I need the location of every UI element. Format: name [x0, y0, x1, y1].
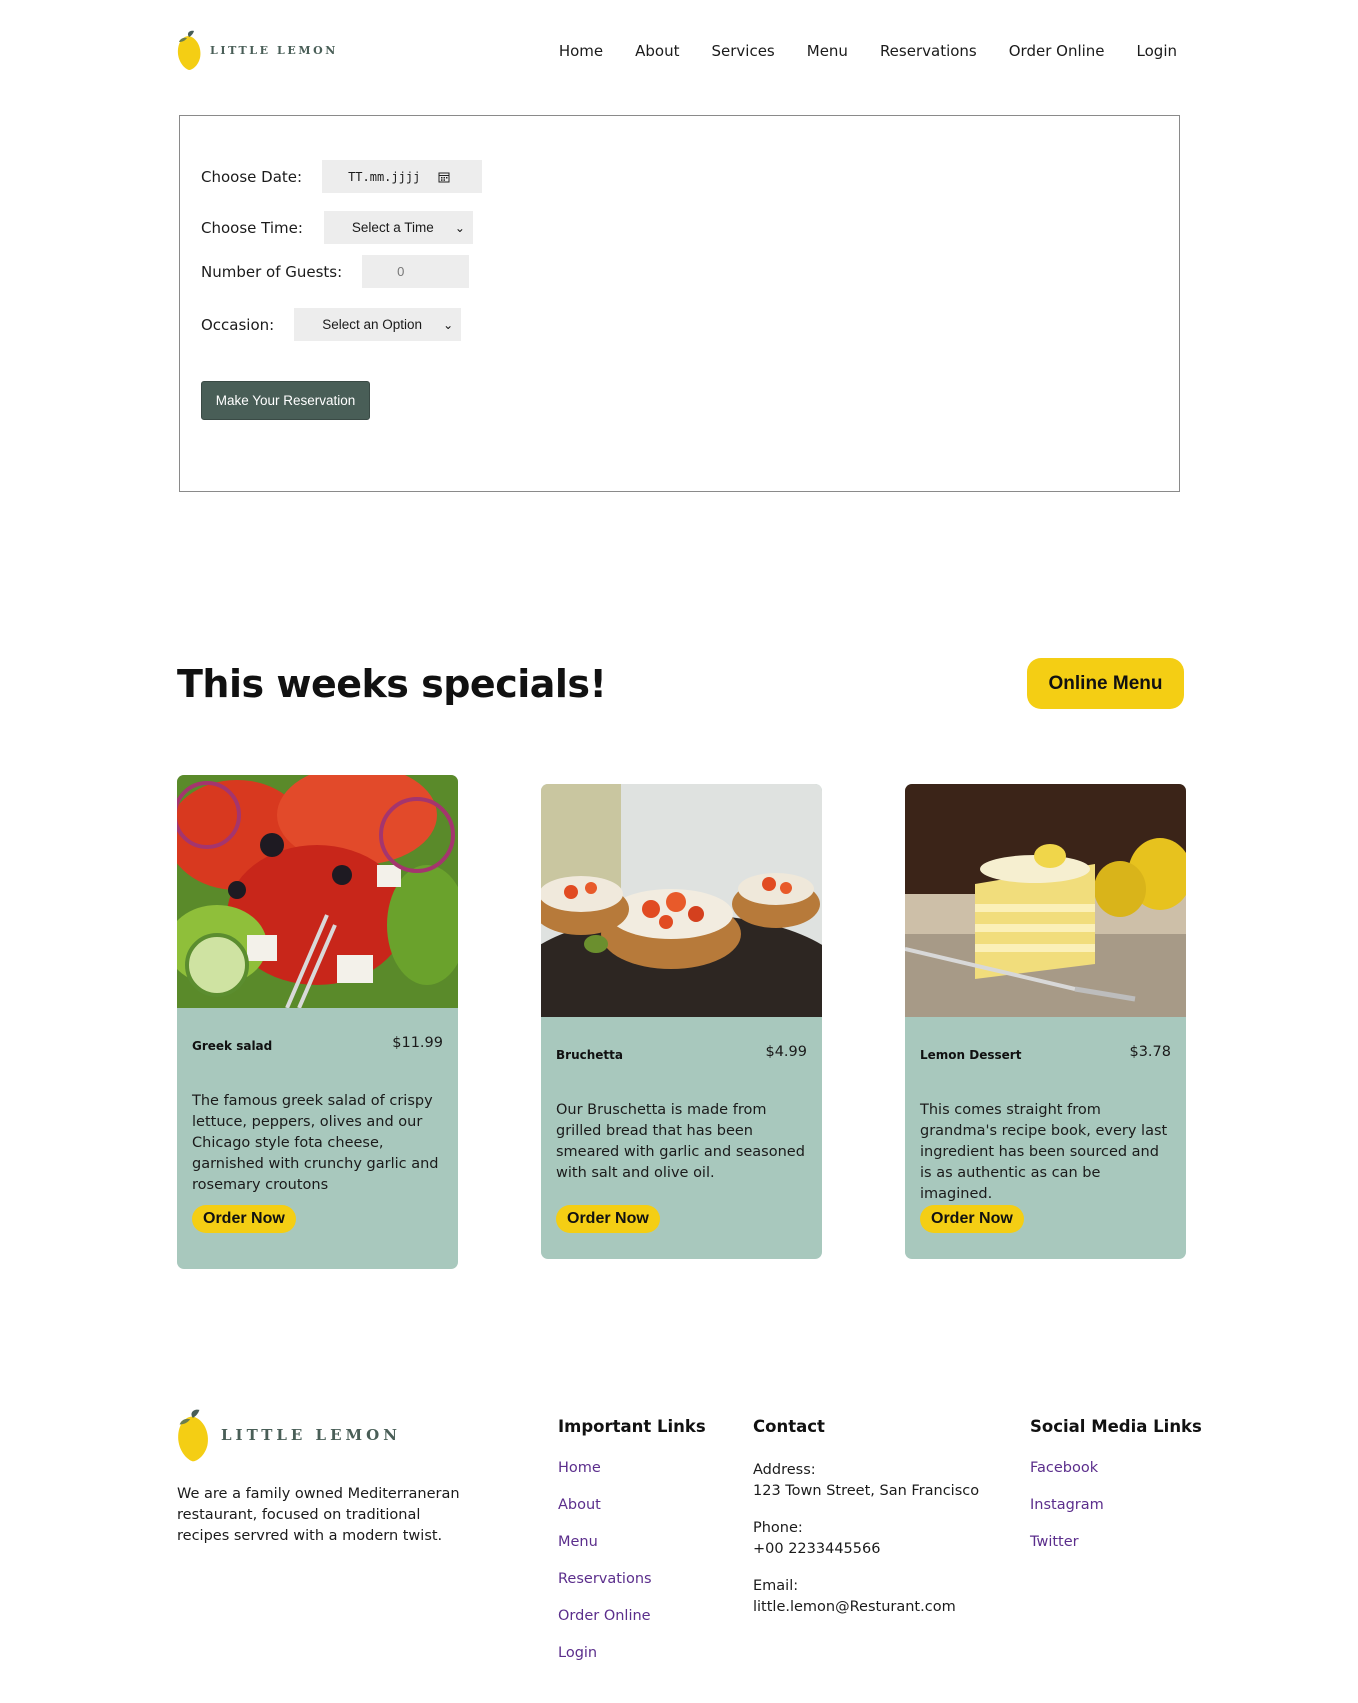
calendar-icon[interactable]: [438, 171, 450, 183]
specials-title: This weeks specials!: [177, 662, 607, 706]
nav-order-online[interactable]: Order Online: [1009, 42, 1105, 60]
reservation-form: Choose Date: TT.mm.jjjj Choose Time: Sel…: [179, 115, 1180, 492]
lemon-dessert-image: [905, 784, 1186, 1017]
footer-contact: Contact Address: 123 Town Street, San Fr…: [753, 1417, 979, 1634]
order-now-button[interactable]: Order Now: [192, 1205, 296, 1233]
social-link-twitter[interactable]: Twitter: [1030, 1534, 1202, 1571]
chevron-down-icon: ⌄: [454, 220, 465, 235]
occasion-row: Occasion: Select an Option ⌄: [201, 308, 462, 341]
card-price: $3.78: [1129, 1044, 1171, 1060]
nav-about[interactable]: About: [635, 42, 679, 60]
footer-social-links: Social Media Links Facebook Instagram Tw…: [1030, 1417, 1202, 1571]
phone-value: +00 2233445566: [753, 1541, 881, 1557]
social-link-facebook[interactable]: Facebook: [1030, 1460, 1202, 1497]
nav-reservations[interactable]: Reservations: [880, 42, 977, 60]
card-name: Lemon Dessert: [920, 1048, 1022, 1062]
nav-services[interactable]: Services: [711, 42, 774, 60]
card-description: This comes straight from grandma's recip…: [920, 1102, 1168, 1202]
nav-login[interactable]: Login: [1137, 42, 1177, 60]
footer-link-about[interactable]: About: [558, 1497, 706, 1534]
special-card-greek-salad: Greek salad $11.99 The famous greek sala…: [177, 775, 458, 1269]
footer-about-text: We are a family owned Mediterraneran res…: [177, 1486, 460, 1544]
email-label: Email:: [753, 1578, 799, 1594]
occasion-label: Occasion:: [201, 315, 275, 334]
card-name: Bruchetta: [556, 1048, 623, 1062]
contact-title: Contact: [753, 1417, 825, 1436]
special-card-lemon-dessert: Lemon Dessert $3.78 This comes straight …: [905, 784, 1186, 1259]
address-label: Address:: [753, 1462, 816, 1478]
footer-link-menu[interactable]: Menu: [558, 1534, 706, 1571]
occasion-select[interactable]: Select an Option ⌄: [294, 308, 462, 341]
footer-logo-text: LITTLE LEMON: [221, 1426, 401, 1444]
logo[interactable]: LITTLE LEMON: [177, 30, 338, 70]
nav-home[interactable]: Home: [559, 42, 603, 60]
occasion-select-value: Select an Option: [322, 317, 423, 332]
footer-important-links: Important Links Home About Menu Reservat…: [558, 1417, 706, 1682]
card-price: $11.99: [392, 1035, 443, 1051]
email-value: little.lemon@Resturant.com: [753, 1599, 956, 1615]
contact-email: Email: little.lemon@Resturant.com: [753, 1576, 979, 1618]
lemon-icon: [178, 1409, 208, 1462]
greek-salad-image: [177, 775, 458, 1008]
site-header: LITTLE LEMON Home About Services Menu Re…: [177, 28, 1177, 78]
online-menu-button[interactable]: Online Menu: [1027, 658, 1184, 709]
card-description: Our Bruschetta is made from grilled brea…: [556, 1102, 805, 1181]
social-title: Social Media Links: [1030, 1417, 1202, 1436]
footer-logo[interactable]: LITTLE LEMON: [177, 1408, 401, 1462]
guests-input[interactable]: 0: [362, 255, 470, 288]
main-nav: Home About Services Menu Reservations Or…: [559, 42, 1177, 60]
phone-label: Phone:: [753, 1520, 803, 1536]
social-link-instagram[interactable]: Instagram: [1030, 1497, 1202, 1534]
time-label: Choose Time:: [201, 218, 303, 237]
guests-value: 0: [397, 264, 405, 279]
lemon-icon: [177, 30, 201, 70]
date-placeholder: TT.mm.jjjj: [348, 169, 421, 184]
time-select-value: Select a Time: [351, 220, 434, 235]
contact-address: Address: 123 Town Street, San Francisco: [753, 1460, 979, 1502]
card-name: Greek salad: [192, 1039, 273, 1053]
card-price: $4.99: [765, 1044, 807, 1060]
order-now-button[interactable]: Order Now: [556, 1205, 660, 1233]
nav-menu[interactable]: Menu: [807, 42, 848, 60]
date-label: Choose Date:: [201, 167, 303, 186]
contact-phone: Phone: +00 2233445566: [753, 1518, 979, 1560]
footer-link-login[interactable]: Login: [558, 1645, 706, 1682]
order-now-button[interactable]: Order Now: [920, 1205, 1024, 1233]
guests-label: Number of Guests:: [201, 262, 343, 281]
date-row: Choose Date: TT.mm.jjjj: [201, 160, 483, 193]
footer-link-home[interactable]: Home: [558, 1460, 706, 1497]
card-description: The famous greek salad of crispy lettuce…: [192, 1093, 439, 1193]
time-select[interactable]: Select a Time ⌄: [323, 211, 473, 244]
footer-link-order-online[interactable]: Order Online: [558, 1608, 706, 1645]
address-value: 123 Town Street, San Francisco: [753, 1483, 980, 1499]
important-links-title: Important Links: [558, 1417, 706, 1436]
bruchetta-image: [541, 784, 822, 1017]
chevron-down-icon: ⌄: [443, 317, 454, 332]
logo-text: LITTLE LEMON: [210, 43, 338, 57]
special-card-bruchetta: Bruchetta $4.99 Our Bruschetta is made f…: [541, 784, 822, 1259]
guests-row: Number of Guests: 0: [201, 255, 470, 288]
footer-link-reservations[interactable]: Reservations: [558, 1571, 706, 1608]
make-reservation-button[interactable]: Make Your Reservation: [201, 381, 370, 420]
time-row: Choose Time: Select a Time ⌄: [201, 211, 473, 244]
date-input[interactable]: TT.mm.jjjj: [322, 160, 483, 193]
